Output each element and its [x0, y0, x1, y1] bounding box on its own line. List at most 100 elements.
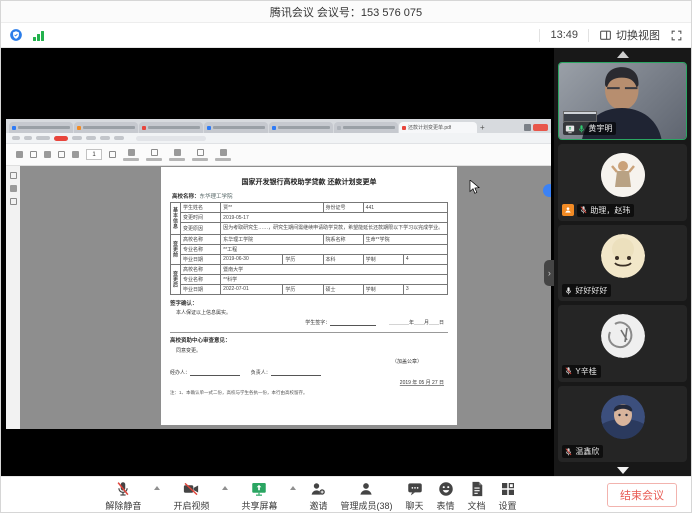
document-title: 国家开发银行高校助学贷款 还款计划变更单 [241, 179, 377, 186]
settings-grid-icon [501, 483, 514, 495]
switch-view-button[interactable]: 切换视图 [599, 27, 660, 43]
participant-tile[interactable]: 温鑫欣 [558, 385, 687, 463]
meeting-timer: 13:49 [550, 29, 578, 41]
participant-name: 好好好好 [575, 286, 608, 296]
chat-button[interactable]: 聊天 [406, 480, 424, 512]
signature-statement: 本人保证以上信息属实。 [176, 309, 232, 316]
pdf-page-input: 1 [86, 149, 102, 160]
title-bar: 腾讯会议 会议号：153 576 075 [1, 1, 691, 23]
mouse-cursor [469, 180, 480, 194]
cell-value: **工程 [220, 243, 448, 255]
unmute-label: 解除静音 [105, 501, 142, 511]
unmute-button[interactable]: 解除静音 [105, 480, 141, 512]
search-bar [136, 135, 206, 141]
participant-name: 助理，赵玮 [590, 205, 631, 215]
emoji-label: 表情 [436, 501, 455, 511]
emoji-button[interactable]: 表情 [437, 480, 455, 512]
share-options-caret[interactable] [290, 486, 297, 490]
signature-section: 签字确认： 本人保证以上信息属实。 学生签字： ＿＿＿＿年＿＿月＿＿日 [170, 299, 448, 326]
mic-options-caret[interactable] [154, 486, 161, 490]
cell-label: 学制 [362, 253, 404, 265]
cell-label: 学历 [282, 253, 324, 265]
meeting-security-icon[interactable] [9, 28, 23, 42]
shared-browser-tab [334, 122, 398, 133]
handler-label: 经办人： [170, 369, 191, 376]
pdf-view: 国家开发银行高校助学贷款 还款计划变更单 高校名称：东华理工学院 基本信息 学生… [6, 166, 551, 429]
cell-value: 贾** [220, 202, 324, 213]
manage-members-label: 管理成员(38) [340, 501, 393, 511]
shared-screen-preview [563, 111, 598, 123]
school-value: 东华理工学院 [199, 194, 233, 200]
participant-tile[interactable]: 黄宇明 [558, 62, 687, 141]
chat-label: 聊天 [405, 501, 424, 511]
shared-browser-window: 还款计划变更单.pdf + 1 国家开发银行高校助学贷款 还款计划变更单 高校名… [6, 119, 551, 429]
school-label: 高校名称： [172, 194, 200, 200]
signature-date-blank: ＿＿＿＿年＿＿月＿＿日 [388, 319, 444, 326]
cell-label: 毕业日期 [180, 253, 222, 265]
invite-button[interactable]: 邀请 [309, 480, 327, 512]
shared-browser-tab [139, 122, 203, 133]
cell-label: 身份证号 [322, 202, 364, 213]
participant-tile[interactable]: 助理，赵玮 [558, 144, 687, 221]
participant-name: 黄宇明 [588, 124, 613, 134]
participant-tile[interactable]: 好好好好 [558, 224, 687, 302]
network-status-icon[interactable] [33, 30, 44, 41]
avatar [600, 153, 645, 198]
section-before: 变更前 [169, 233, 182, 265]
share-screen-button[interactable]: 共享屏幕 [241, 480, 277, 512]
shared-browser-tab [204, 122, 268, 133]
participants-sidebar: 黄宇明 助理，赵玮 好好好好 Y辛桂 温鑫欣 [554, 48, 691, 476]
settings-button[interactable]: 设置 [499, 480, 517, 512]
content-area: 还款计划变更单.pdf + 1 国家开发银行高校助学贷款 还款计划变更单 高校名… [1, 48, 691, 476]
photo-avatar [600, 394, 645, 439]
docs-button[interactable]: 文档 [468, 480, 486, 512]
shared-browser-tab [74, 122, 138, 133]
start-video-label: 开启视频 [173, 501, 210, 511]
members-icon [360, 483, 373, 495]
cell-value: 2019-05-17 [220, 212, 448, 223]
cell-value: 暨南大学 [220, 263, 448, 275]
header-toolbar: 13:49 切换视图 [1, 23, 691, 48]
scroll-up-button[interactable] [554, 48, 691, 60]
sketch-avatar [600, 314, 645, 359]
smiley-avatar [600, 233, 645, 278]
manage-members-button[interactable]: 管理成员(38) [340, 480, 393, 512]
cell-label: 变更时间 [180, 212, 222, 223]
camera-muted-icon [184, 482, 199, 496]
cell-label: 毕业日期 [180, 283, 222, 295]
cell-value: 生命**学院 [362, 233, 449, 245]
divider [539, 28, 541, 42]
cell-value: 2019-06-30 [220, 253, 284, 265]
cell-label: 专业名称 [180, 273, 222, 285]
section-after: 变更后 [169, 263, 182, 295]
host-badge-icon [562, 204, 575, 217]
bottom-toolbar: 解除静音 开启视频 共享屏幕 邀请 管理成员(38) 聊天 表情 文档 设置 结… [1, 476, 691, 512]
fullscreen-icon[interactable] [670, 29, 683, 42]
video-options-caret[interactable] [222, 486, 229, 490]
review-heading: 高校资助中心审查意见： [170, 337, 231, 344]
start-video-button[interactable]: 开启视频 [173, 480, 209, 512]
chevron-up-icon [616, 50, 629, 58]
review-opinion: 同意变更。 [176, 347, 202, 354]
participant-tile[interactable]: Y辛桂 [558, 305, 687, 382]
document-icon [472, 481, 482, 497]
avatar [600, 314, 645, 359]
divider [588, 28, 589, 42]
mic-muted-icon [117, 482, 129, 496]
share-screen-icon [252, 483, 267, 496]
avatar [600, 394, 645, 439]
shared-browser-tabstrip: 还款计划变更单.pdf + [6, 119, 551, 133]
invite-person-icon [312, 483, 326, 495]
sidebar-collapse-handle[interactable]: › [544, 260, 555, 286]
cell-value: 3 [402, 283, 449, 295]
cell-value: 硕士 [322, 283, 364, 295]
chevron-down-icon [616, 466, 629, 474]
cell-label: 高校名称 [180, 263, 222, 275]
review-date: 2019 年 05 月 27 日 [399, 379, 444, 386]
cell-value: 441 [362, 202, 449, 213]
cell-value: 4 [402, 253, 449, 265]
cell-value: **科学 [220, 273, 448, 285]
mic-on-icon [566, 286, 572, 295]
end-meeting-button[interactable]: 结束会议 [607, 483, 677, 507]
scroll-down-button[interactable] [554, 464, 691, 476]
